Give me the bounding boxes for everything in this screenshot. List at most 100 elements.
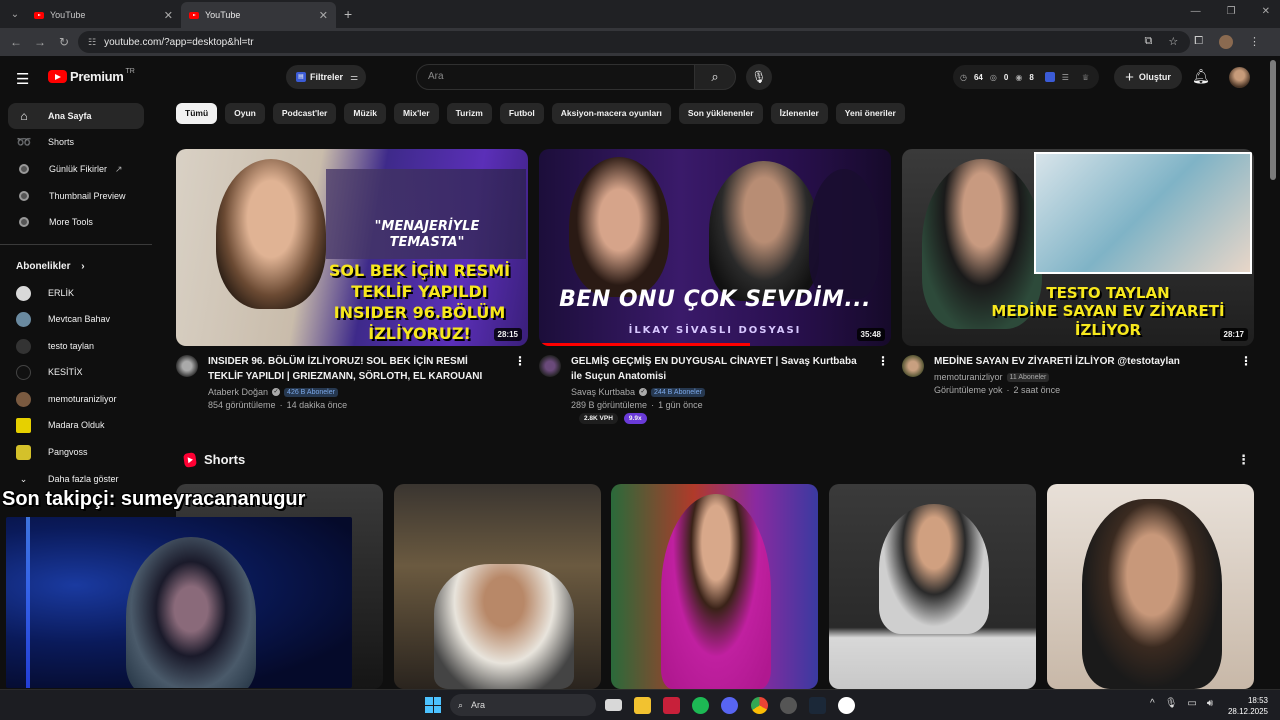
thumbnail-silhouette [809, 169, 879, 299]
sidebar-item-shorts[interactable]: ➿ Shorts [8, 129, 144, 155]
sidebar-item-thumbnail-preview[interactable]: Thumbnail Preview [8, 183, 144, 209]
sidebar-sub-pangvoss[interactable]: Pangvoss [8, 439, 148, 465]
chip[interactable]: Son yüklenenler [678, 103, 763, 124]
sidebar-item-more-tools[interactable]: More Tools [8, 209, 144, 235]
reload-icon[interactable]: ↻ [52, 35, 76, 49]
chip[interactable]: Aksiyon-macera oyunları [551, 103, 671, 124]
task-view-icon[interactable] [605, 699, 622, 711]
short-thumbnail[interactable] [611, 484, 818, 689]
video-card[interactable]: BEN ONU ÇOK SEVDİM... İLKAY SİVASLI DOSY… [539, 149, 891, 424]
chevron-up-icon[interactable]: ^ [1150, 698, 1155, 709]
video-thumbnail[interactable]: "MENAJERİYLE TEMASTA" SOL BEK İÇİN RESMİ… [176, 149, 528, 346]
video-thumbnail[interactable]: BEN ONU ÇOK SEVDİM... İLKAY SİVASLI DOSY… [539, 149, 891, 346]
tab-search-icon[interactable]: ⌄ [4, 4, 26, 24]
obs-icon[interactable] [780, 697, 797, 714]
youtube-header: ☰ Premium TR ▤ Filtreler ⚌ Ara ⌕ 🎙 ◷ 64 ◎… [0, 56, 1268, 98]
more-actions-icon[interactable]: ⋮ [514, 354, 526, 368]
video-title[interactable]: INSIDER 96. BÖLÜM İZLİYORUZ! SOL BEK İÇİ… [208, 354, 504, 384]
settings-app-icon[interactable] [838, 697, 855, 714]
tab-close-icon[interactable]: ✕ [319, 9, 328, 22]
short-thumbnail[interactable] [394, 484, 601, 689]
shorts-more-icon[interactable]: ⋮ [1237, 452, 1250, 468]
video-card[interactable]: TESTO TAYLAN MEDİNE SAYAN EV ZİYARETİ İZ… [902, 149, 1254, 395]
chevron-right-icon: › [81, 261, 85, 272]
short-thumbnail[interactable] [829, 484, 1036, 689]
channel-name[interactable]: memoturanizliyor [934, 372, 1003, 382]
windows-start-icon[interactable] [425, 697, 441, 713]
extensions-icon[interactable]: ⧠ [1194, 35, 1203, 49]
page-scrollbar[interactable] [1270, 60, 1276, 180]
taskbar-clock[interactable]: 18:53 28.12.2025 [1228, 695, 1268, 717]
back-icon[interactable]: ← [4, 35, 28, 49]
sidebar-sub-erlik[interactable]: ERLİK [8, 280, 148, 306]
chip[interactable]: Mix'ler [393, 103, 439, 124]
chip[interactable]: Yeni öneriler [835, 103, 905, 124]
thumbnail-text: TEKLİF YAPILDI [351, 282, 488, 301]
network-icon[interactable]: ▭ [1187, 698, 1196, 709]
forward-icon[interactable]: → [28, 35, 52, 49]
sidebar-item-home[interactable]: ⌂ Ana Sayfa [8, 103, 144, 129]
chip[interactable]: Futbol [499, 103, 544, 124]
menu-icon[interactable]: ☰ [16, 70, 29, 88]
channel-name[interactable]: Ataberk Doğan [208, 387, 268, 397]
chip[interactable]: Müzik [344, 103, 386, 124]
steam-icon[interactable] [809, 697, 826, 714]
browser-tab[interactable]: YouTube ✕ [26, 2, 181, 28]
video-title[interactable]: GELMİŞ GEÇMİŞ EN DUYGUSAL CİNAYET | Sava… [571, 354, 867, 384]
chip[interactable]: Turizm [446, 103, 492, 124]
channel-name[interactable]: Savaş Kurtbaba [571, 387, 635, 397]
chip[interactable]: Podcast'ler [272, 103, 337, 124]
restore-icon[interactable]: ❐ [1227, 6, 1236, 17]
more-actions-icon[interactable]: ⋮ [877, 354, 889, 368]
separator-dot: · [651, 400, 655, 410]
channel-avatar[interactable] [176, 355, 198, 377]
file-explorer-icon[interactable] [634, 697, 651, 714]
sidebar-sub-memoturan[interactable]: memoturanizliyor [8, 386, 148, 412]
sidebar-sub-kesitix[interactable]: KESİTİX [8, 359, 148, 385]
voice-search-button[interactable]: 🎙 [746, 64, 772, 90]
extension-stats[interactable]: ◷ 64 ◎ 0 ◉ 8 ☰ ♕ [953, 65, 1099, 89]
window-close-icon[interactable]: ✕ [1262, 6, 1270, 17]
video-title[interactable]: MEDİNE SAYAN EV ZİYARETİ İZLİYOR @testot… [934, 354, 1230, 369]
mic-icon[interactable]: 🎙︎ [1165, 698, 1178, 709]
app-icon[interactable] [663, 697, 680, 714]
filters-button[interactable]: ▤ Filtreler ⚌ [286, 65, 366, 89]
tab-close-icon[interactable]: ✕ [164, 9, 173, 22]
browser-menu-icon[interactable]: ⋮ [1249, 35, 1260, 49]
search-button[interactable]: ⌕ [694, 64, 736, 90]
minimize-icon[interactable]: — [1191, 6, 1201, 17]
user-avatar[interactable] [1229, 67, 1250, 88]
youtube-logo[interactable]: Premium TR [48, 68, 135, 84]
chrome-icon[interactable] [751, 697, 768, 714]
discord-icon[interactable] [721, 697, 738, 714]
clock-time: 18:53 [1247, 696, 1268, 705]
spotify-icon[interactable] [692, 697, 709, 714]
short-thumbnail[interactable] [1047, 484, 1254, 689]
sidebar-sub-mevtcan[interactable]: Mevtcan Bahav [8, 306, 148, 332]
video-thumbnail[interactable]: TESTO TAYLAN MEDİNE SAYAN EV ZİYARETİ İZ… [902, 149, 1254, 346]
volume-icon[interactable]: 🔊︎ [1207, 698, 1213, 709]
search-input[interactable]: Ara [416, 64, 696, 90]
channel-avatar[interactable] [539, 355, 561, 377]
channel-avatar[interactable] [902, 355, 924, 377]
address-bar[interactable]: ☷ youtube.com/?app=desktop&hl=tr [78, 31, 1190, 53]
browser-tab-active[interactable]: YouTube ✕ [181, 2, 336, 28]
video-card[interactable]: "MENAJERİYLE TEMASTA" SOL BEK İÇİN RESMİ… [176, 149, 528, 410]
thumbnail-person [216, 159, 326, 309]
taskbar-search[interactable]: ⌕ Ara [450, 694, 596, 716]
site-info-icon[interactable]: ☷ [88, 37, 96, 48]
sidebar-item-gunluk-fikirler[interactable]: Günlük Fikirler ↗ [8, 156, 144, 182]
chip[interactable]: Tümü [176, 103, 218, 124]
notifications-bell-icon[interactable]: 🔔︎ [1192, 68, 1210, 85]
chip[interactable]: Oyun [225, 103, 265, 124]
chip[interactable]: İzlenenler [770, 103, 828, 124]
subscriptions-heading[interactable]: Abonelikler › [16, 261, 85, 272]
more-actions-icon[interactable]: ⋮ [1240, 354, 1252, 368]
bookmark-star-icon[interactable]: ☆ [1168, 35, 1178, 49]
install-app-icon[interactable]: ⧉ [1144, 35, 1152, 49]
profile-avatar[interactable] [1219, 35, 1233, 49]
sidebar-sub-testo[interactable]: testo taylan [8, 333, 148, 359]
create-button[interactable]: + Oluştur [1114, 65, 1182, 89]
new-tab-icon[interactable]: + [344, 6, 352, 22]
sidebar-sub-madara[interactable]: Madara Olduk [8, 412, 148, 438]
